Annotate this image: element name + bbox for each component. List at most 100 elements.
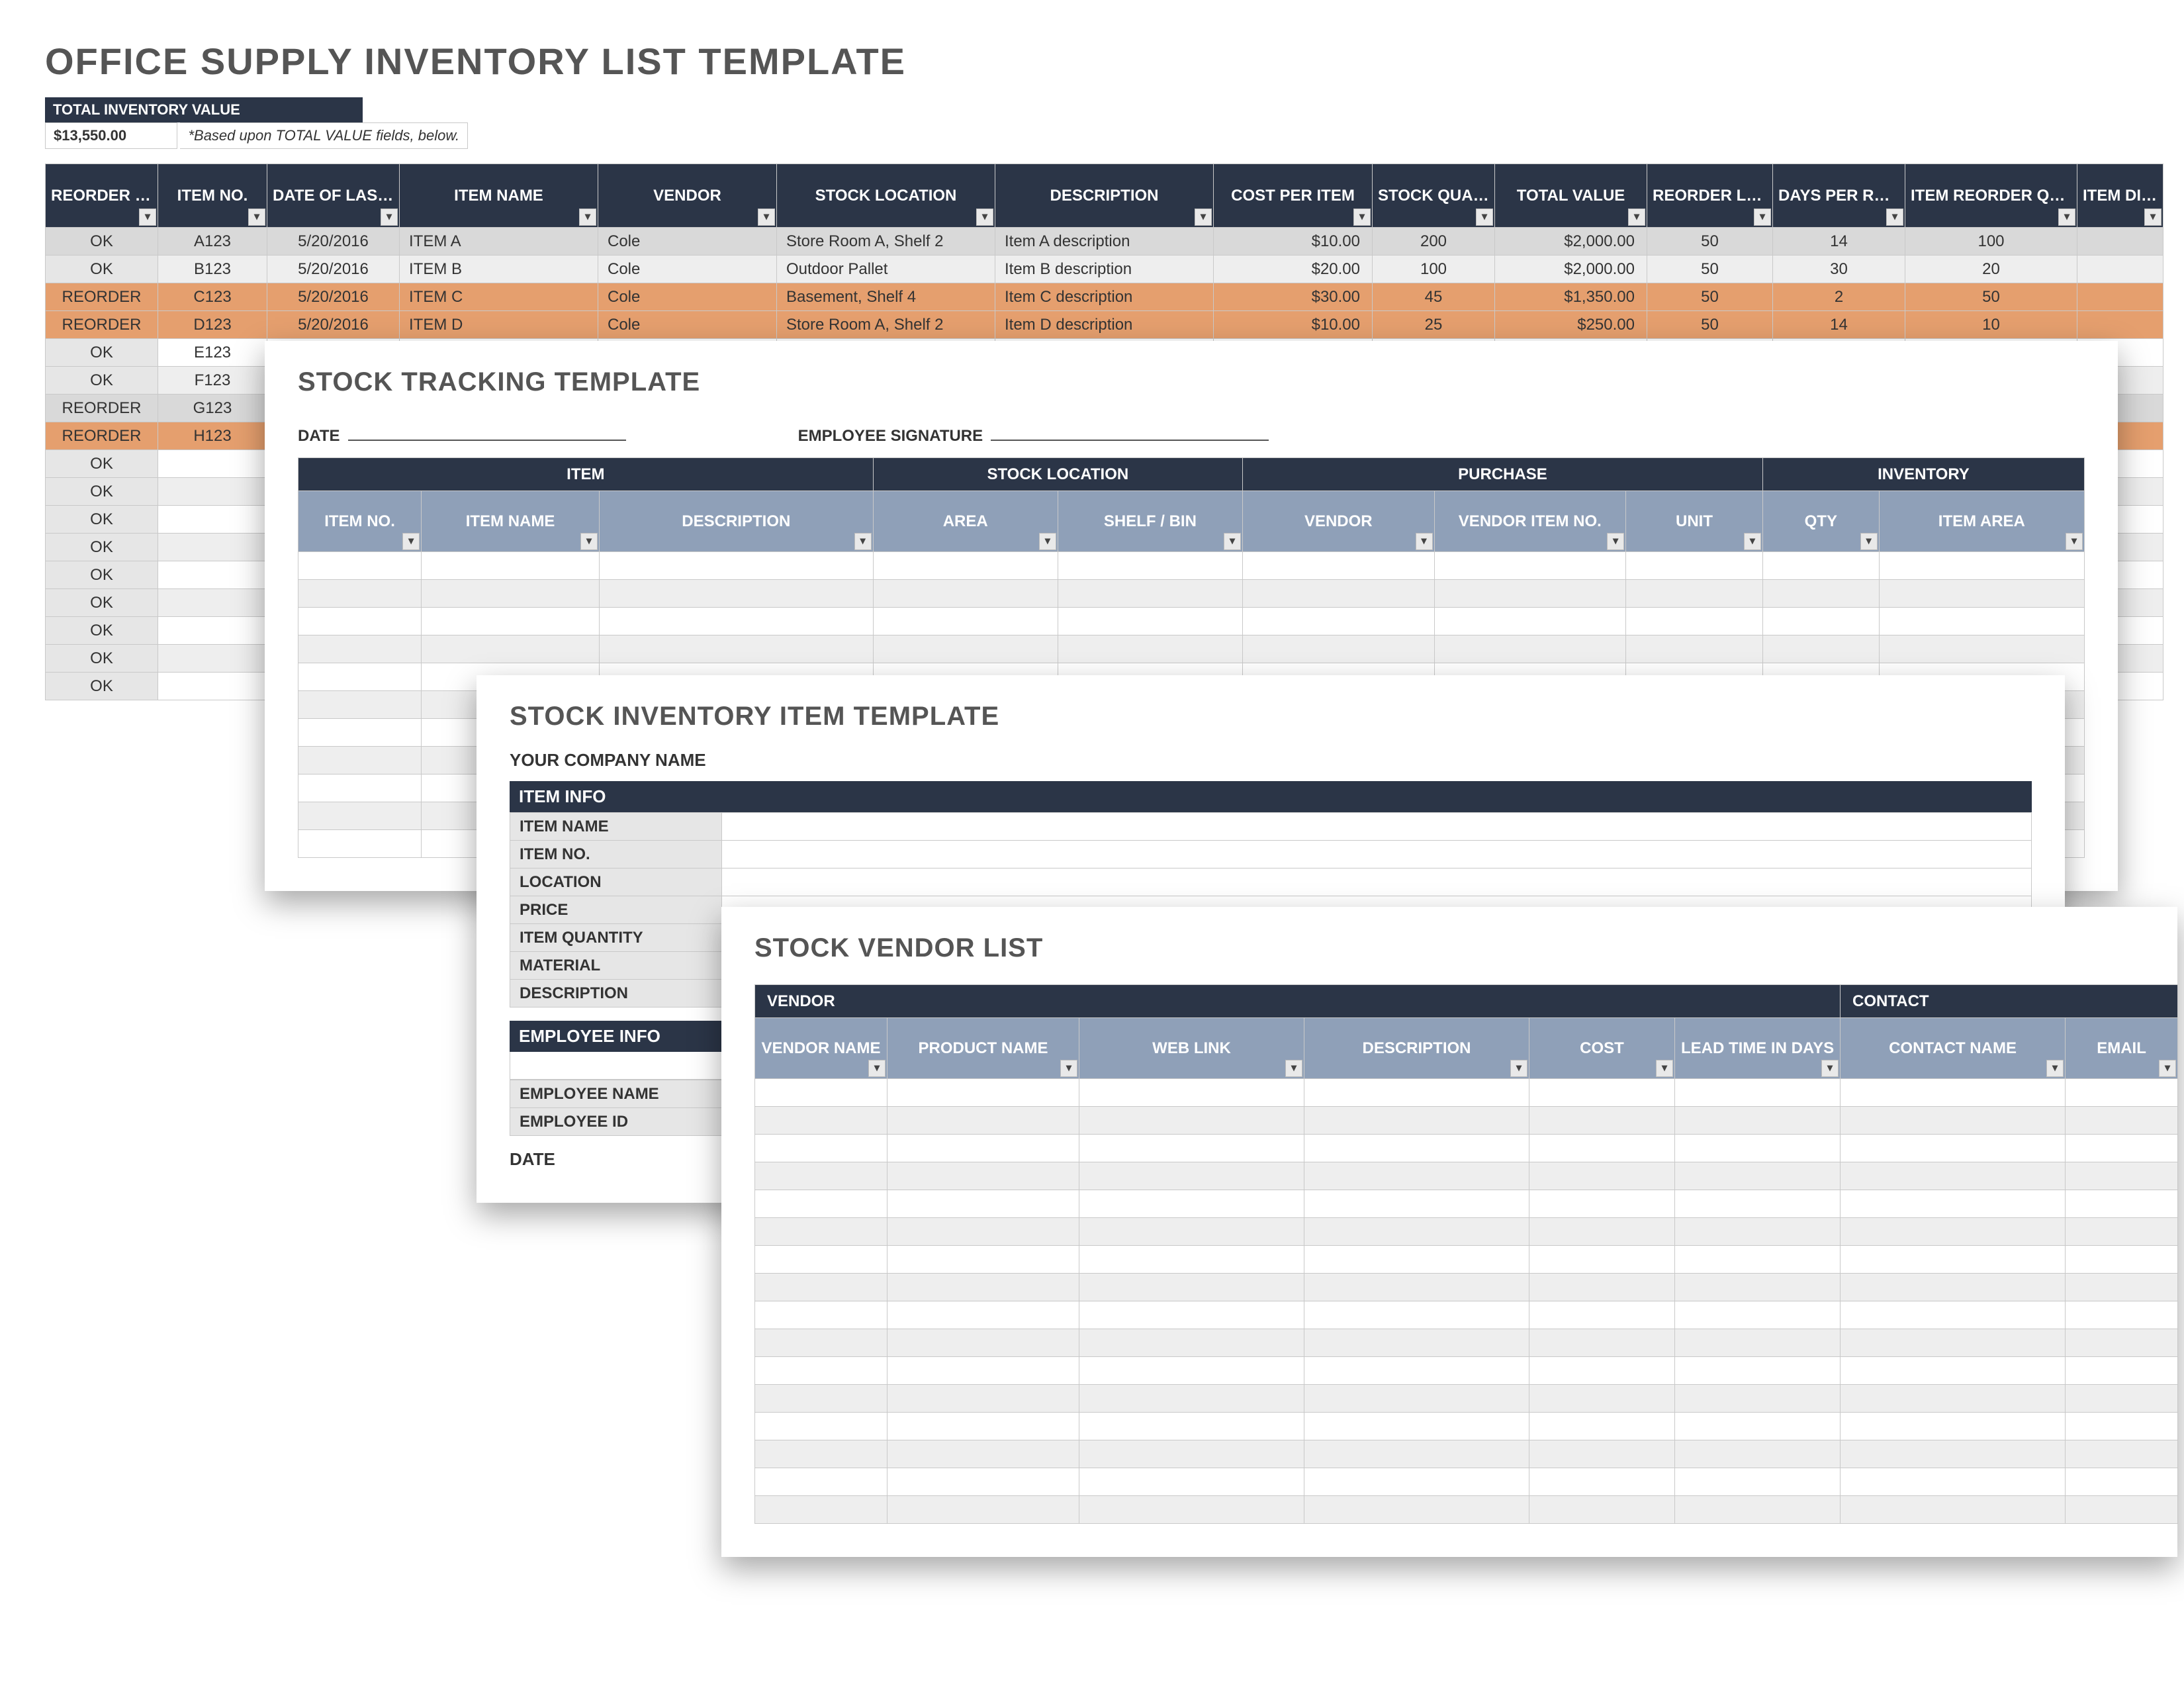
tracking-group-1: STOCK LOCATION bbox=[873, 458, 1242, 491]
filter-dropdown-icon[interactable]: ▾ bbox=[1607, 533, 1624, 550]
table-row[interactable] bbox=[755, 1329, 2178, 1357]
table-row[interactable] bbox=[755, 1301, 2178, 1329]
office-col-6[interactable]: DESCRIPTION▾ bbox=[995, 164, 1214, 228]
tracking-col-9[interactable]: ITEM AREA▾ bbox=[1879, 491, 2084, 552]
tracking-col-1[interactable]: ITEM NAME▾ bbox=[422, 491, 600, 552]
item-field-row[interactable]: LOCATION bbox=[510, 868, 2032, 896]
table-row[interactable] bbox=[755, 1190, 2178, 1218]
filter-dropdown-icon[interactable]: ▾ bbox=[1476, 209, 1493, 226]
office-col-8[interactable]: STOCK QUANTITY▾ bbox=[1373, 164, 1495, 228]
office-col-2[interactable]: DATE OF LAST ORDER▾ bbox=[267, 164, 400, 228]
filter-dropdown-icon[interactable]: ▾ bbox=[1285, 1060, 1302, 1077]
filter-dropdown-icon[interactable]: ▾ bbox=[2144, 209, 2161, 226]
table-row[interactable] bbox=[755, 1440, 2178, 1468]
filter-dropdown-icon[interactable]: ▾ bbox=[1628, 209, 1645, 226]
vendor-col-3[interactable]: DESCRIPTION▾ bbox=[1304, 1018, 1529, 1079]
filter-dropdown-icon[interactable]: ▾ bbox=[1416, 533, 1433, 550]
filter-dropdown-icon[interactable]: ▾ bbox=[2159, 1060, 2176, 1077]
filter-dropdown-icon[interactable]: ▾ bbox=[1510, 1060, 1527, 1077]
filter-dropdown-icon[interactable]: ▾ bbox=[580, 533, 598, 550]
filter-dropdown-icon[interactable]: ▾ bbox=[1754, 209, 1771, 226]
stock-vendor-sheet: STOCK VENDOR LIST VENDORCONTACT VENDOR N… bbox=[721, 907, 2177, 1557]
tracking-col-3[interactable]: AREA▾ bbox=[873, 491, 1058, 552]
filter-dropdown-icon[interactable]: ▾ bbox=[381, 209, 398, 226]
table-row[interactable] bbox=[755, 1413, 2178, 1440]
vendor-col-2[interactable]: WEB LINK▾ bbox=[1079, 1018, 1304, 1079]
table-row[interactable] bbox=[755, 1357, 2178, 1385]
office-col-7[interactable]: COST PER ITEM▾ bbox=[1214, 164, 1373, 228]
tracking-col-7[interactable]: UNIT▾ bbox=[1626, 491, 1763, 552]
signature-input[interactable] bbox=[991, 424, 1269, 441]
vendor-col-6[interactable]: CONTACT NAME▾ bbox=[1841, 1018, 2066, 1079]
office-col-4[interactable]: VENDOR▾ bbox=[598, 164, 777, 228]
table-row[interactable] bbox=[298, 552, 2085, 580]
filter-dropdown-icon[interactable]: ▾ bbox=[1886, 209, 1903, 226]
filter-dropdown-icon[interactable]: ▾ bbox=[2066, 533, 2083, 550]
vendor-table[interactable]: VENDORCONTACT VENDOR NAME▾PRODUCT NAME▾W… bbox=[754, 984, 2178, 1524]
office-col-13[interactable]: ITEM DISCONTINUED?▾ bbox=[2077, 164, 2163, 228]
filter-dropdown-icon[interactable]: ▾ bbox=[1195, 209, 1212, 226]
table-row[interactable] bbox=[755, 1135, 2178, 1162]
table-row[interactable] bbox=[755, 1246, 2178, 1274]
filter-dropdown-icon[interactable]: ▾ bbox=[1656, 1060, 1673, 1077]
office-col-9[interactable]: TOTAL VALUE▾ bbox=[1495, 164, 1647, 228]
table-row[interactable] bbox=[755, 1385, 2178, 1413]
table-row[interactable] bbox=[755, 1218, 2178, 1246]
filter-dropdown-icon[interactable]: ▾ bbox=[1224, 533, 1241, 550]
filter-dropdown-icon[interactable]: ▾ bbox=[868, 1060, 886, 1077]
office-col-5[interactable]: STOCK LOCATION▾ bbox=[777, 164, 995, 228]
item-field-row[interactable]: ITEM NAME bbox=[510, 813, 2032, 841]
office-col-10[interactable]: REORDER LEVEL▾ bbox=[1647, 164, 1773, 228]
filter-dropdown-icon[interactable]: ▾ bbox=[976, 209, 993, 226]
filter-dropdown-icon[interactable]: ▾ bbox=[248, 209, 265, 226]
filter-dropdown-icon[interactable]: ▾ bbox=[1039, 533, 1056, 550]
tracking-group-3: INVENTORY bbox=[1762, 458, 2084, 491]
tracking-col-4[interactable]: SHELF / BIN▾ bbox=[1058, 491, 1242, 552]
office-col-12[interactable]: ITEM REORDER QUANTITY▾ bbox=[1905, 164, 2077, 228]
filter-dropdown-icon[interactable]: ▾ bbox=[1744, 533, 1761, 550]
tracking-col-0[interactable]: ITEM NO.▾ bbox=[298, 491, 422, 552]
filter-dropdown-icon[interactable]: ▾ bbox=[2058, 209, 2075, 226]
filter-dropdown-icon[interactable]: ▾ bbox=[1821, 1060, 1839, 1077]
filter-dropdown-icon[interactable]: ▾ bbox=[854, 533, 872, 550]
table-row[interactable] bbox=[755, 1162, 2178, 1190]
table-row[interactable] bbox=[755, 1496, 2178, 1524]
vendor-col-1[interactable]: PRODUCT NAME▾ bbox=[887, 1018, 1079, 1079]
vendor-col-0[interactable]: VENDOR NAME▾ bbox=[755, 1018, 887, 1079]
filter-dropdown-icon[interactable]: ▾ bbox=[1860, 533, 1878, 550]
filter-dropdown-icon[interactable]: ▾ bbox=[2046, 1060, 2064, 1077]
table-row[interactable] bbox=[298, 608, 2085, 635]
filter-dropdown-icon[interactable]: ▾ bbox=[1353, 209, 1371, 226]
table-row[interactable] bbox=[755, 1079, 2178, 1107]
vendor-col-5[interactable]: LEAD TIME IN DAYS▾ bbox=[1675, 1018, 1841, 1079]
tracking-col-6[interactable]: VENDOR ITEM NO.▾ bbox=[1434, 491, 1626, 552]
date-input[interactable] bbox=[348, 424, 626, 441]
item-field-row[interactable]: ITEM NO. bbox=[510, 841, 2032, 868]
vendor-title: STOCK VENDOR LIST bbox=[754, 933, 2144, 963]
filter-dropdown-icon[interactable]: ▾ bbox=[579, 209, 596, 226]
table-row[interactable]: OKA1235/20/2016ITEM AColeStore Room A, S… bbox=[46, 228, 2163, 256]
filter-dropdown-icon[interactable]: ▾ bbox=[1060, 1060, 1077, 1077]
table-row[interactable] bbox=[755, 1468, 2178, 1496]
table-row[interactable]: OKB1235/20/2016ITEM BColeOutdoor PalletI… bbox=[46, 256, 2163, 283]
tracking-col-8[interactable]: QTY▾ bbox=[1762, 491, 1879, 552]
table-row[interactable] bbox=[755, 1274, 2178, 1301]
office-col-11[interactable]: DAYS PER REORDER▾ bbox=[1773, 164, 1905, 228]
office-col-0[interactable]: REORDER (auto-fill)▾ bbox=[46, 164, 158, 228]
table-row[interactable] bbox=[755, 1107, 2178, 1135]
vendor-col-7[interactable]: EMAIL▾ bbox=[2066, 1018, 2178, 1079]
filter-dropdown-icon[interactable]: ▾ bbox=[402, 533, 420, 550]
item-info-section: ITEM INFO bbox=[510, 781, 2032, 812]
vendor-col-4[interactable]: COST▾ bbox=[1529, 1018, 1675, 1079]
filter-dropdown-icon[interactable]: ▾ bbox=[139, 209, 156, 226]
tracking-col-2[interactable]: DESCRIPTION▾ bbox=[599, 491, 873, 552]
table-row[interactable]: REORDERC1235/20/2016ITEM CColeBasement, … bbox=[46, 283, 2163, 311]
filter-dropdown-icon[interactable]: ▾ bbox=[758, 209, 775, 226]
office-col-1[interactable]: ITEM NO.▾ bbox=[158, 164, 267, 228]
tracking-title: STOCK TRACKING TEMPLATE bbox=[298, 367, 2085, 397]
table-row[interactable]: REORDERD1235/20/2016ITEM DColeStore Room… bbox=[46, 311, 2163, 339]
office-col-3[interactable]: ITEM NAME▾ bbox=[400, 164, 598, 228]
table-row[interactable] bbox=[298, 580, 2085, 608]
table-row[interactable] bbox=[298, 635, 2085, 663]
tracking-col-5[interactable]: VENDOR▾ bbox=[1243, 491, 1435, 552]
